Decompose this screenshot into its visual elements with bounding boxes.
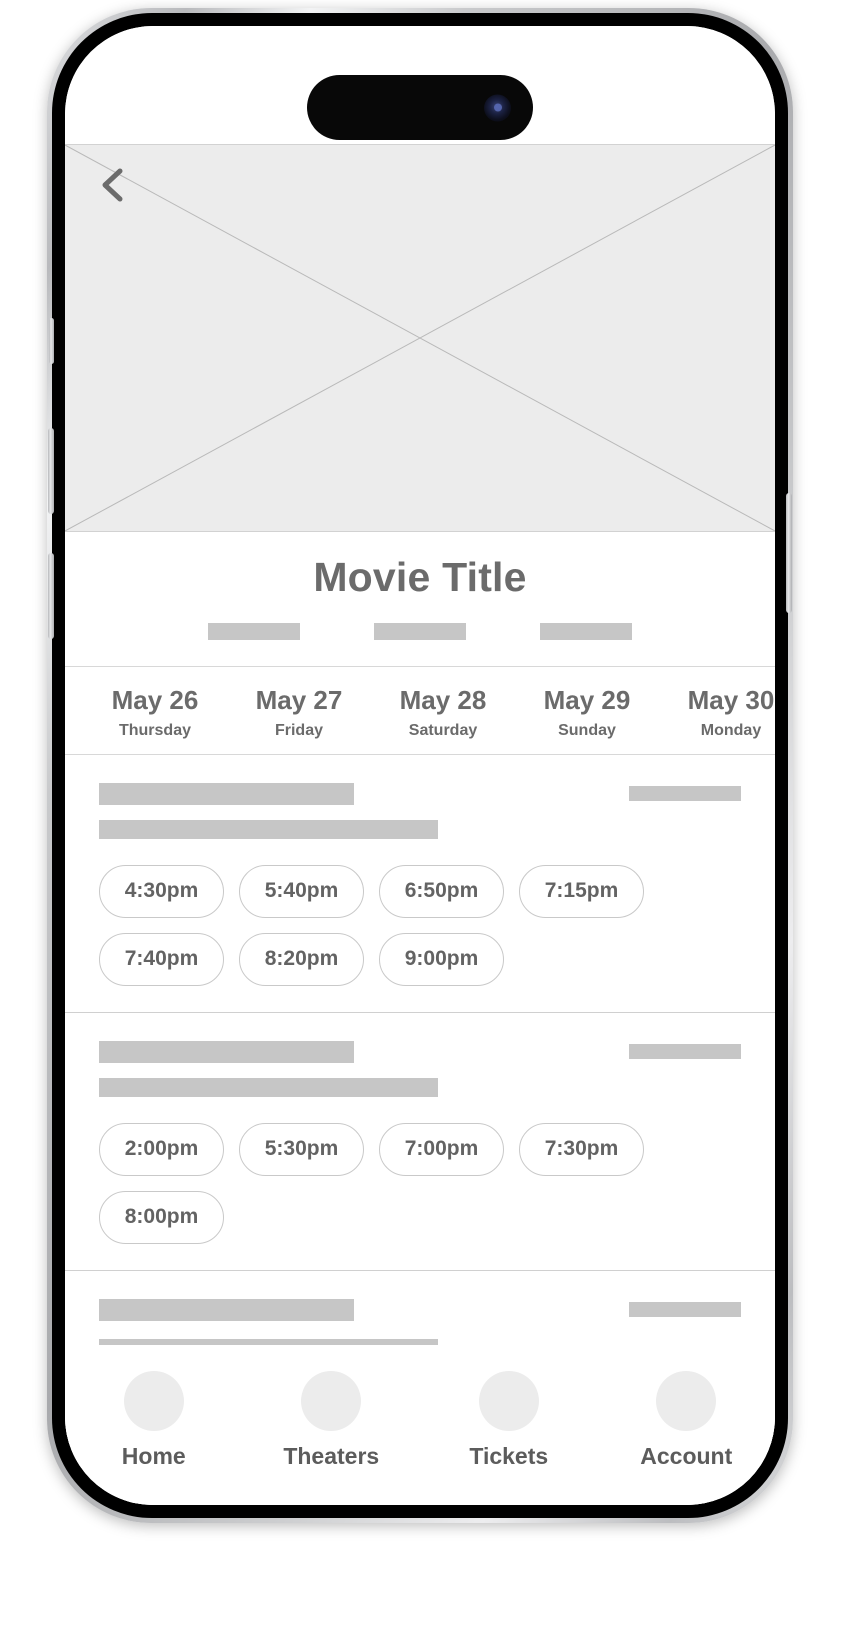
date-weekday-label: Saturday bbox=[408, 722, 478, 740]
account-icon bbox=[656, 1371, 717, 1431]
page-title: Movie Title bbox=[313, 554, 527, 600]
date-item-0[interactable]: May 26 Thursday bbox=[83, 685, 227, 740]
meta-placeholder-runtime bbox=[374, 623, 466, 641]
showtime-pill[interactable]: 7:40pm bbox=[99, 933, 224, 987]
home-icon bbox=[123, 1371, 184, 1431]
meta-placeholder-rating bbox=[208, 623, 300, 641]
date-day-label: May 29 bbox=[543, 685, 631, 716]
date-item-2[interactable]: May 28 Saturday bbox=[371, 685, 515, 740]
showtime-pill[interactable]: 9:00pm bbox=[379, 933, 504, 987]
theater-address-placeholder bbox=[99, 1339, 438, 1346]
theater-card-0[interactable]: 4:30pm 5:40pm 6:50pm 7:15pm 7:40pm 8:20p… bbox=[65, 755, 775, 1014]
app-root: Movie Title May 26 Thursday May 27 Frida… bbox=[65, 26, 775, 1505]
meta-placeholder-genre bbox=[540, 623, 632, 641]
phone-frame: Movie Title May 26 Thursday May 27 Frida… bbox=[47, 8, 793, 1523]
theater-card-1[interactable]: 2:00pm 5:30pm 7:00pm 7:30pm 8:00pm bbox=[65, 1013, 775, 1272]
front-camera-icon bbox=[484, 94, 511, 121]
back-button[interactable] bbox=[85, 157, 141, 213]
tab-label: Account bbox=[640, 1443, 733, 1469]
tab-home[interactable]: Home bbox=[65, 1371, 243, 1470]
theater-name-placeholder bbox=[99, 1299, 354, 1322]
showtime-pill[interactable]: 8:00pm bbox=[99, 1191, 224, 1245]
date-day-label: May 28 bbox=[399, 685, 487, 716]
date-item-4[interactable]: May 30 Monday bbox=[659, 685, 775, 740]
theater-header bbox=[99, 1041, 741, 1064]
tab-tickets[interactable]: Tickets bbox=[420, 1371, 598, 1470]
movie-hero-image-placeholder bbox=[65, 144, 775, 532]
volume-up-button[interactable] bbox=[48, 428, 54, 514]
phone-screen: Movie Title May 26 Thursday May 27 Frida… bbox=[65, 26, 775, 1505]
date-day-label: May 30 bbox=[687, 685, 775, 716]
date-day-label: May 27 bbox=[255, 685, 343, 716]
theaters-icon bbox=[301, 1371, 362, 1431]
tab-theaters[interactable]: Theaters bbox=[243, 1371, 421, 1470]
date-weekday-label: Monday bbox=[700, 722, 762, 740]
movie-title-section: Movie Title bbox=[65, 532, 775, 668]
showtime-group-1: 2:00pm 5:30pm 7:00pm 7:30pm 8:00pm bbox=[99, 1123, 741, 1245]
showtime-pill[interactable]: 8:20pm bbox=[239, 933, 364, 987]
showtime-pill[interactable]: 7:30pm bbox=[519, 1123, 644, 1177]
tab-label: Home bbox=[121, 1443, 186, 1469]
showtime-pill[interactable]: 6:50pm bbox=[379, 865, 504, 919]
tab-label: Theaters bbox=[283, 1443, 380, 1469]
showtime-pill[interactable]: 7:15pm bbox=[519, 865, 644, 919]
tab-label: Tickets bbox=[469, 1443, 549, 1469]
volume-down-button[interactable] bbox=[48, 553, 54, 639]
tickets-icon bbox=[478, 1371, 539, 1431]
showtime-pill[interactable]: 5:30pm bbox=[239, 1123, 364, 1177]
theater-name-placeholder bbox=[99, 1041, 354, 1064]
date-weekday-label: Friday bbox=[274, 722, 323, 740]
power-button[interactable] bbox=[786, 493, 792, 613]
chevron-left-icon bbox=[102, 168, 123, 202]
theater-distance-placeholder bbox=[629, 786, 741, 802]
theater-address-placeholder bbox=[99, 1078, 438, 1098]
silent-switch[interactable] bbox=[49, 318, 54, 364]
phone-bezel: Movie Title May 26 Thursday May 27 Frida… bbox=[48, 13, 792, 1518]
date-day-label: May 26 bbox=[111, 685, 199, 716]
theater-distance-placeholder bbox=[629, 1044, 741, 1060]
movie-meta-row bbox=[65, 623, 775, 641]
date-item-3[interactable]: May 29 Sunday bbox=[515, 685, 659, 740]
showtime-pill[interactable]: 4:30pm bbox=[99, 865, 224, 919]
date-weekday-label: Thursday bbox=[118, 722, 191, 740]
theater-header bbox=[99, 783, 741, 806]
date-item-1[interactable]: May 27 Friday bbox=[227, 685, 371, 740]
bottom-tab-bar: Home Theaters Tickets Account bbox=[65, 1357, 775, 1505]
showtime-pill[interactable]: 5:40pm bbox=[239, 865, 364, 919]
dynamic-island bbox=[307, 75, 533, 140]
showtime-pill[interactable]: 2:00pm bbox=[99, 1123, 224, 1177]
showtime-pill[interactable]: 7:00pm bbox=[379, 1123, 504, 1177]
date-selector[interactable]: May 26 Thursday May 27 Friday May 28 Sat… bbox=[65, 667, 775, 756]
showtime-group-0: 4:30pm 5:40pm 6:50pm 7:15pm 7:40pm 8:20p… bbox=[99, 865, 741, 987]
theater-header bbox=[99, 1299, 741, 1322]
tab-account[interactable]: Account bbox=[598, 1371, 776, 1470]
date-weekday-label: Sunday bbox=[558, 722, 616, 740]
theater-name-placeholder bbox=[99, 783, 354, 806]
theater-distance-placeholder bbox=[629, 1302, 741, 1318]
screenshot-canvas: Movie Title May 26 Thursday May 27 Frida… bbox=[0, 0, 860, 1650]
theater-address-placeholder bbox=[99, 820, 438, 840]
